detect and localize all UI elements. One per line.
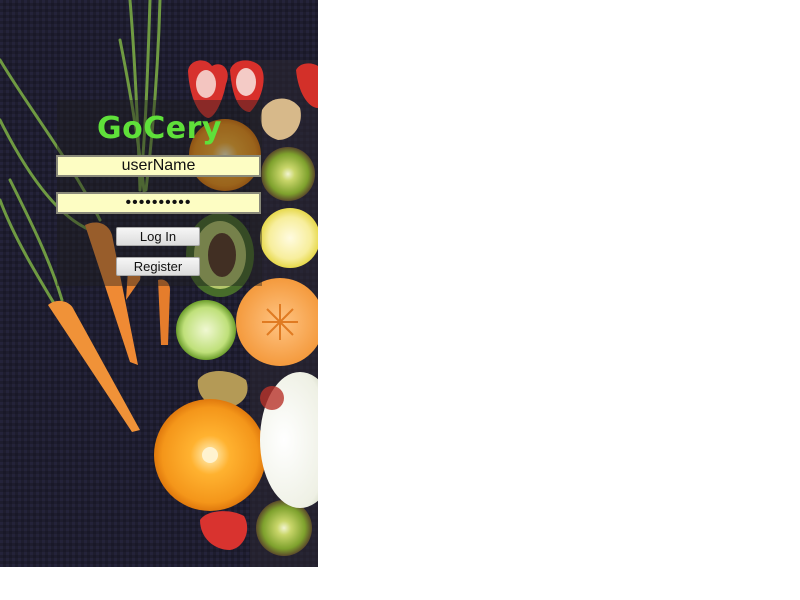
password-input[interactable] xyxy=(56,192,261,214)
register-button[interactable]: Register xyxy=(116,257,200,276)
login-button[interactable]: Log In xyxy=(116,227,200,246)
brand-logo-text: GoCery xyxy=(97,111,222,146)
username-input[interactable] xyxy=(56,155,261,177)
page: GoCery Log In Register xyxy=(0,0,800,600)
